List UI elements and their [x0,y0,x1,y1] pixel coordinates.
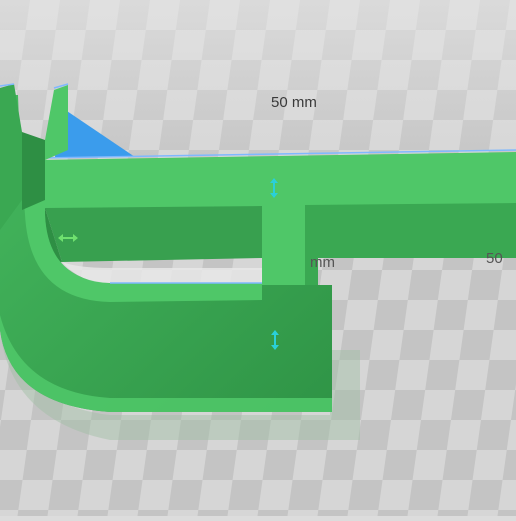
vertical-resize-arrow-icon[interactable] [262,176,286,200]
build-plate-scene[interactable] [0,0,516,516]
horizontal-resize-arrow-icon[interactable] [56,226,80,250]
arm-front-face[interactable] [305,203,516,258]
left-post-face [22,132,45,210]
3d-viewport[interactable]: 50 mm mm 50 [0,0,516,516]
vertical-resize-arrow-icon[interactable] [263,328,287,352]
